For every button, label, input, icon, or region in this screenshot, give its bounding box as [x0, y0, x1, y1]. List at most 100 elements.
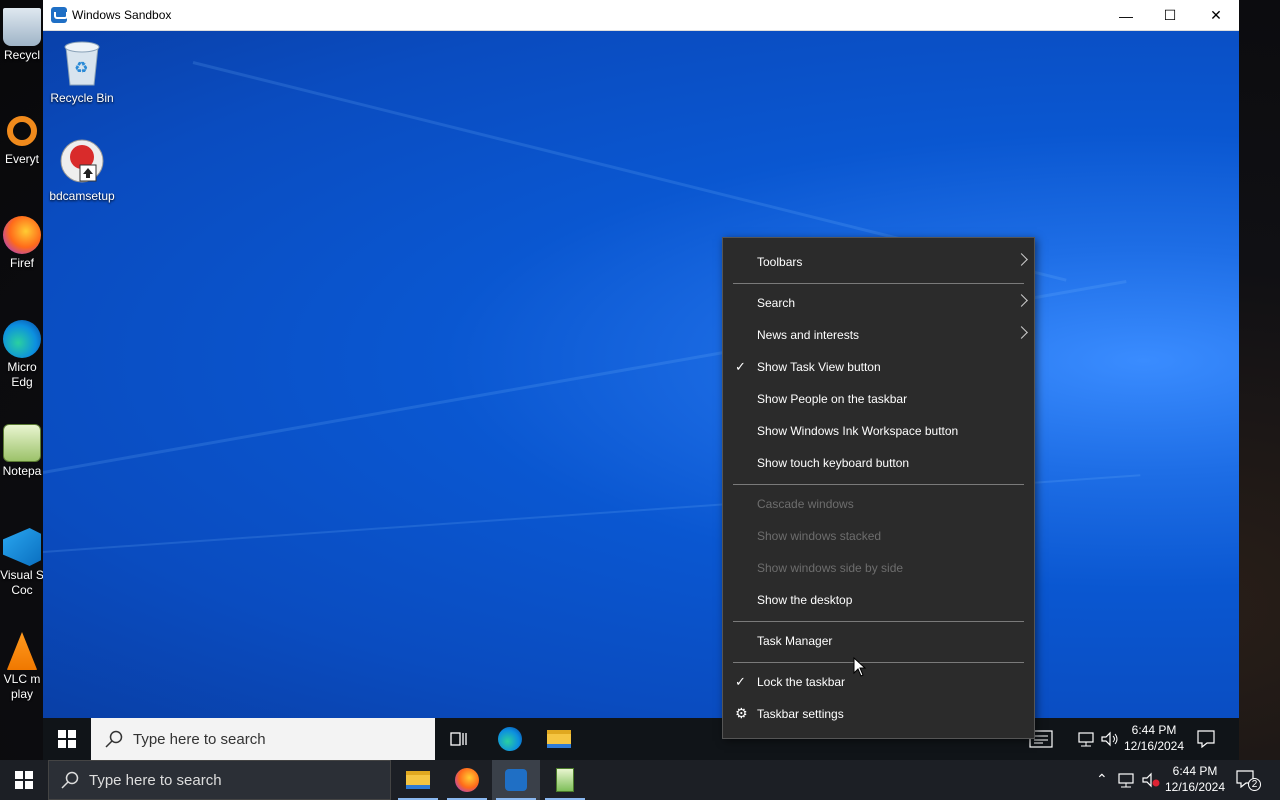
menu-separator [733, 283, 1024, 284]
edge-icon [498, 727, 522, 751]
host-notepad-plus-button[interactable] [541, 760, 589, 800]
host-clock[interactable]: 6:44 PM 12/16/2024 [1162, 763, 1228, 795]
host-icon-edge[interactable]: Micro Edg [0, 320, 44, 390]
everything-search-icon [7, 116, 37, 146]
file-explorer-icon [547, 730, 571, 748]
guest-time: 6:44 PM [1131, 723, 1177, 737]
menu-item-show-people[interactable]: Show People on the taskbar [723, 383, 1034, 415]
volume-muted-icon[interactable] [1141, 772, 1161, 788]
menu-item-label: Show Windows Ink Workspace button [757, 424, 959, 438]
windows-sandbox-icon [505, 769, 527, 791]
task-view-icon [450, 732, 467, 746]
chevron-up-icon[interactable]: ⌃ [1096, 771, 1108, 788]
host-icon-vscode[interactable]: Visual S Coc [0, 528, 44, 598]
gear-icon: ⚙ [735, 706, 748, 722]
guest-start-button[interactable] [43, 718, 91, 760]
menu-item-taskbar-settings[interactable]: ⚙ Taskbar settings [723, 698, 1034, 730]
bandicam-setup-icon [60, 139, 104, 183]
windows-sandbox-icon [51, 7, 68, 23]
search-icon [61, 771, 79, 789]
taskbar-context-menu: Toolbars Search News and interests ✓ Sho… [722, 237, 1035, 739]
guest-file-explorer-button[interactable] [535, 718, 583, 760]
firefox-icon [3, 216, 41, 254]
host-firefox-button[interactable] [443, 760, 491, 800]
menu-separator [733, 621, 1024, 622]
notification-count-badge: 2 [1248, 778, 1261, 791]
network-icon[interactable] [1077, 731, 1095, 747]
menu-item-label: Taskbar settings [757, 707, 844, 721]
menu-item-news-and-interests[interactable]: News and interests [723, 319, 1034, 351]
menu-item-label: Show Task View button [757, 360, 881, 374]
guest-icon-label: bdcamsetup [49, 189, 115, 203]
host-taskbar[interactable]: Type here to search ⌃ 6:44 PM 12/16/2024… [0, 760, 1280, 800]
menu-item-show-ink-workspace[interactable]: Show Windows Ink Workspace button [723, 415, 1034, 447]
window-title: Windows Sandbox [72, 8, 172, 22]
host-icon-label: Recycl [3, 48, 40, 62]
host-icon-label: VLC m play [3, 672, 41, 701]
guest-clock[interactable]: 6:44 PM 12/16/2024 [1121, 722, 1187, 754]
menu-item-label: Show touch keyboard button [757, 456, 910, 470]
guest-task-view-button[interactable] [437, 718, 481, 760]
checkmark-icon: ✓ [735, 674, 746, 689]
menu-item-show-desktop[interactable]: Show the desktop [723, 584, 1034, 616]
network-icon[interactable] [1117, 772, 1135, 788]
edge-icon [3, 320, 41, 358]
notepad-plus-icon [556, 768, 574, 792]
host-icon-recycle-bin[interactable]: Recycl [0, 8, 44, 63]
mouse-cursor-icon [853, 657, 867, 677]
vscode-icon [3, 528, 41, 566]
host-icon-firefox[interactable]: Firef [0, 216, 44, 271]
minimize-button[interactable]: — [1103, 0, 1149, 31]
file-explorer-icon [406, 771, 430, 789]
sandbox-window: Windows Sandbox — ☐ ✕ ♻ Recycle Bin bdca… [43, 0, 1239, 760]
host-icon-label: Notepa [2, 464, 42, 478]
menu-item-search[interactable]: Search [723, 287, 1034, 319]
chevron-right-icon [1015, 326, 1028, 339]
menu-item-show-touch-keyboard[interactable]: Show touch keyboard button [723, 447, 1034, 479]
menu-item-show-task-view[interactable]: ✓ Show Task View button [723, 351, 1034, 383]
host-icon-vlc[interactable]: VLC m play [0, 632, 44, 702]
host-windows-sandbox-button[interactable] [492, 760, 540, 800]
guest-icon-bdcamsetup[interactable]: bdcamsetup [44, 137, 120, 203]
host-time: 6:44 PM [1172, 764, 1218, 778]
host-icon-notepad[interactable]: Notepa [0, 424, 44, 479]
checkmark-icon: ✓ [735, 359, 746, 374]
window-titlebar[interactable]: Windows Sandbox — ☐ ✕ [43, 0, 1239, 31]
host-date: 12/16/2024 [1164, 780, 1226, 794]
menu-item-label: Show windows stacked [757, 529, 882, 543]
maximize-button[interactable]: ☐ [1147, 0, 1193, 31]
chevron-right-icon [1015, 294, 1028, 307]
host-start-button[interactable] [0, 760, 48, 800]
close-icon: ✕ [1210, 7, 1222, 23]
notification-icon[interactable] [1197, 730, 1215, 748]
menu-item-label: News and interests [757, 328, 860, 342]
host-icon-everything[interactable]: Everyt [0, 112, 44, 167]
chevron-right-icon [1015, 253, 1028, 266]
guest-desktop[interactable]: ♻ Recycle Bin bdcamsetup [43, 31, 1239, 718]
host-icon-label: Firef [10, 256, 34, 270]
minimize-icon: — [1119, 7, 1133, 24]
menu-item-label: Search [757, 296, 796, 310]
guest-taskbar[interactable]: Type here to search 6:44 PM 12/16/2024 [43, 718, 1239, 760]
menu-separator [733, 484, 1024, 485]
menu-item-label: Show the desktop [757, 593, 853, 607]
guest-edge-button[interactable] [486, 718, 534, 760]
firefox-icon [455, 768, 479, 792]
host-search-box[interactable]: Type here to search [48, 760, 391, 800]
menu-item-label: Show People on the taskbar [757, 392, 908, 406]
windows-logo-icon [15, 771, 33, 789]
guest-search-box[interactable]: Type here to search [91, 718, 435, 760]
vlc-icon [6, 632, 38, 670]
recycle-bin-icon [3, 8, 41, 46]
host-file-explorer-button[interactable] [394, 760, 442, 800]
menu-item-lock-taskbar[interactable]: ✓ Lock the taskbar [723, 666, 1034, 698]
volume-icon[interactable] [1100, 731, 1120, 747]
menu-item-toolbars[interactable]: Toolbars [723, 246, 1034, 278]
notepad-icon [3, 424, 41, 462]
guest-icon-recycle-bin[interactable]: ♻ Recycle Bin [44, 39, 120, 105]
menu-item-cascade-windows: Cascade windows [723, 488, 1034, 520]
guest-icon-label: Recycle Bin [50, 91, 114, 105]
menu-item-task-manager[interactable]: Task Manager [723, 625, 1034, 657]
close-button[interactable]: ✕ [1193, 0, 1239, 31]
action-center-button[interactable]: 2 [1236, 770, 1261, 791]
